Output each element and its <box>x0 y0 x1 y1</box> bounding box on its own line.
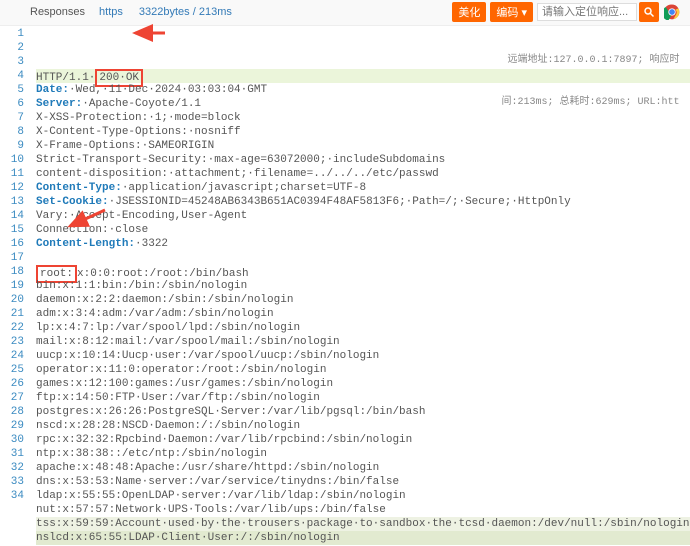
code-line: postgres:x:26:26:PostgreSQL·Server:/var/… <box>36 405 690 419</box>
line-number: 20 <box>0 293 24 307</box>
code-line: root:x:0:0:root:/root:/bin/bash <box>36 265 690 279</box>
code-line: bin:x:1:1:bin:/bin:/sbin/nologin <box>36 279 690 293</box>
code-line: tss:x:59:59:Account·used·by·the·trousers… <box>36 517 690 531</box>
line-number: 27 <box>0 391 24 405</box>
encode-button[interactable]: 编码 ▾ <box>490 2 533 22</box>
line-number: 8 <box>0 125 24 139</box>
line-number: 12 <box>0 181 24 195</box>
line-number: 16 <box>0 237 24 251</box>
code-line: Set-Cookie:·JSESSIONID=45248AB6343B651AC… <box>36 195 690 209</box>
code-line: apache:x:48:48:Apache:/usr/share/httpd:/… <box>36 461 690 475</box>
line-number: 14 <box>0 209 24 223</box>
line-number: 10 <box>0 153 24 167</box>
code-area: 1234567891011121314151617181920212223242… <box>0 26 690 546</box>
code-line: X-Frame-Options:·SAMEORIGIN <box>36 139 690 153</box>
line-number: 25 <box>0 363 24 377</box>
code-line: ldap:x:55:55:OpenLDAP·server:/var/lib/ld… <box>36 489 690 503</box>
line-number: 6 <box>0 97 24 111</box>
line-number: 32 <box>0 461 24 475</box>
line-number: 19 <box>0 279 24 293</box>
line-number: 9 <box>0 139 24 153</box>
code-line: nscd:x:28:28:NSCD·Daemon:/:/sbin/nologin <box>36 419 690 433</box>
line-number: 1 <box>0 27 24 41</box>
code-line: nslcd:x:65:55:LDAP·Client·User:/:/sbin/n… <box>36 531 690 545</box>
line-number: 30 <box>0 433 24 447</box>
tab-https[interactable]: https <box>91 6 131 18</box>
line-number: 21 <box>0 307 24 321</box>
tab-bytes-time[interactable]: 3322bytes / 213ms <box>131 6 240 18</box>
search-icon[interactable] <box>639 2 659 22</box>
line-number: 34 <box>0 489 24 503</box>
line-number: 29 <box>0 419 24 433</box>
code-line: Content-Type:·application/javascript;cha… <box>36 181 690 195</box>
line-number: 23 <box>0 335 24 349</box>
line-number: 7 <box>0 111 24 125</box>
code-line: Vary:·Accept-Encoding,User-Agent <box>36 209 690 223</box>
code-line: ntp:x:38:38::/etc/ntp:/sbin/nologin <box>36 447 690 461</box>
code-content[interactable]: 远端地址:127.0.0.1:7897; 响应时 间:213ms; 总耗时:62… <box>30 26 690 546</box>
meta-info: 远端地址:127.0.0.1:7897; 响应时 间:213ms; 总耗时:62… <box>501 26 679 138</box>
code-line: games:x:12:100:games:/usr/games:/sbin/no… <box>36 377 690 391</box>
code-line: operator:x:11:0:operator:/root:/sbin/nol… <box>36 363 690 377</box>
code-line: rpc:x:32:32:Rpcbind·Daemon:/var/lib/rpcb… <box>36 433 690 447</box>
panel-title: Responses <box>30 6 85 18</box>
code-line: dns:x:53:53:Name·server:/var/service/tin… <box>36 475 690 489</box>
line-gutter: 1234567891011121314151617181920212223242… <box>0 26 30 546</box>
line-number: 17 <box>0 251 24 265</box>
code-line: Content-Length:·3322 <box>36 237 690 251</box>
line-number: 11 <box>0 167 24 181</box>
code-line: nut:x:57:57:Network·UPS·Tools:/var/lib/u… <box>36 503 690 517</box>
code-line: uucp:x:10:14:Uucp·user:/var/spool/uucp:/… <box>36 349 690 363</box>
code-line: Connection:·close <box>36 223 690 237</box>
code-line: Strict-Transport-Security:·max-age=63072… <box>36 153 690 167</box>
code-line: ftp:x:14:50:FTP·User:/var/ftp:/sbin/nolo… <box>36 391 690 405</box>
line-number: 3 <box>0 55 24 69</box>
line-number: 24 <box>0 349 24 363</box>
code-line: lp:x:4:7:lp:/var/spool/lpd:/sbin/nologin <box>36 321 690 335</box>
line-number: 4 <box>0 69 24 83</box>
code-line: adm:x:3:4:adm:/var/adm:/sbin/nologin <box>36 307 690 321</box>
chrome-icon <box>664 4 680 20</box>
code-line: daemon:x:2:2:daemon:/sbin:/sbin/nologin <box>36 293 690 307</box>
code-line: mail:x:8:12:mail:/var/spool/mail:/sbin/n… <box>36 335 690 349</box>
line-number: 13 <box>0 195 24 209</box>
top-toolbar: Responses https 3322bytes / 213ms 美化 编码 … <box>0 0 690 26</box>
line-number: 26 <box>0 377 24 391</box>
line-number: 5 <box>0 83 24 97</box>
code-line <box>36 251 690 265</box>
line-number: 2 <box>0 41 24 55</box>
beautify-button[interactable]: 美化 <box>452 2 486 22</box>
line-number: 18 <box>0 265 24 279</box>
line-number: 22 <box>0 321 24 335</box>
code-line: content-disposition:·attachment;·filenam… <box>36 167 690 181</box>
line-number: 15 <box>0 223 24 237</box>
search-input[interactable] <box>537 3 637 21</box>
line-number: 28 <box>0 405 24 419</box>
line-number: 31 <box>0 447 24 461</box>
line-number: 33 <box>0 475 24 489</box>
